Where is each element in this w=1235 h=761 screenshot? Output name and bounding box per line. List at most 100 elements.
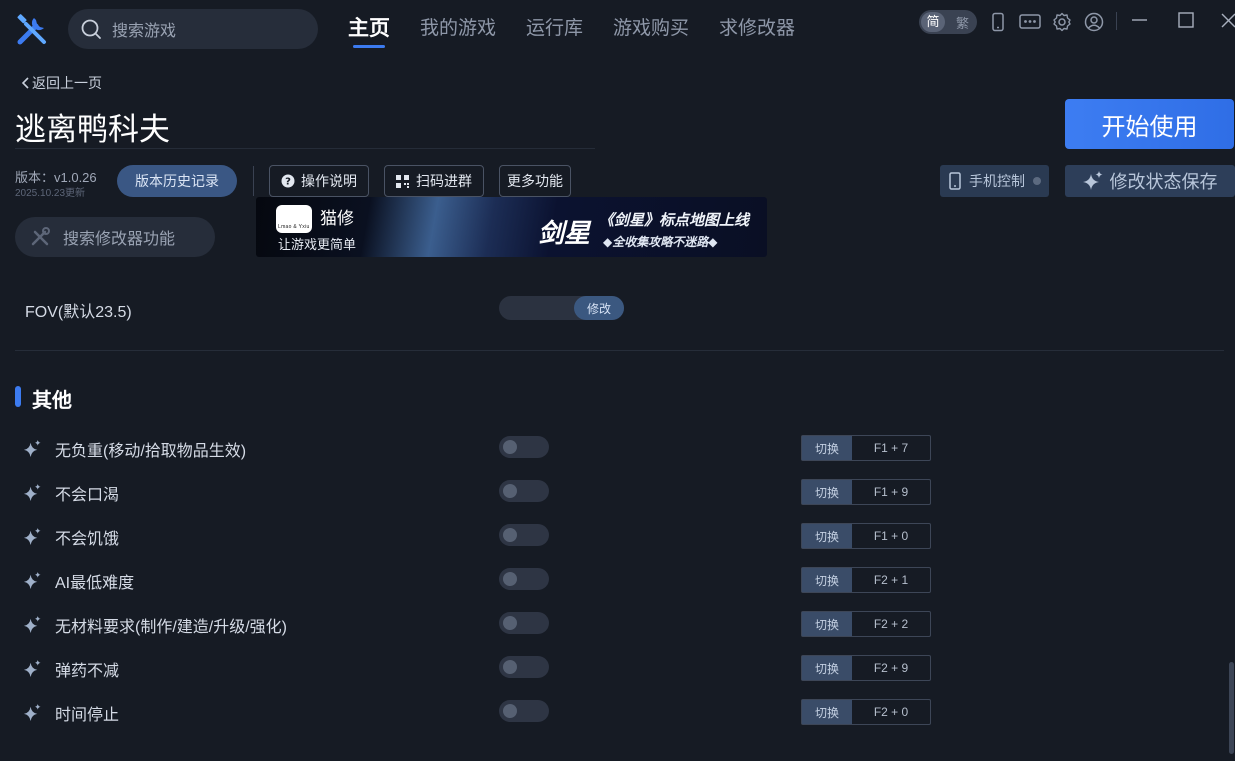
- nav-game-purchase[interactable]: 游戏购买: [613, 14, 689, 48]
- tools-icon: [31, 227, 50, 246]
- cheat-toggle[interactable]: [499, 480, 549, 502]
- minimize-icon[interactable]: [1130, 12, 1150, 32]
- language-toggle[interactable]: 简 繁: [919, 10, 977, 34]
- status-dot: [1033, 177, 1041, 185]
- page-title: 逃离鸭科夫: [15, 112, 170, 147]
- fov-input[interactable]: 修改: [499, 296, 624, 320]
- start-button[interactable]: 开始使用: [1065, 99, 1234, 149]
- message-icon[interactable]: [1019, 12, 1041, 32]
- hotkey-combo[interactable]: F2 + 1: [852, 568, 930, 592]
- qr-button-label: 扫码进群: [416, 173, 472, 189]
- help-button-label: 操作说明: [301, 173, 357, 189]
- cheat-label: 无负重(移动/拾取物品生效): [55, 443, 247, 460]
- lang-simplified[interactable]: 简: [921, 12, 945, 32]
- title-underline: [15, 148, 595, 149]
- hotkey-switch-label[interactable]: 切换: [802, 700, 852, 724]
- save-state-button[interactable]: 修改状态保存: [1065, 165, 1235, 197]
- toggle-knob: [503, 572, 517, 586]
- nav-home[interactable]: 主页: [348, 14, 390, 48]
- cheat-label: 时间停止: [55, 707, 120, 724]
- brand-name: 猫修: [320, 209, 354, 228]
- trainer-function-search[interactable]: 搜索修改器功能: [15, 217, 215, 257]
- hotkey-combo[interactable]: F2 + 9: [852, 656, 930, 680]
- toggle-knob: [503, 660, 517, 674]
- help-button[interactable]: ? 操作说明: [269, 165, 369, 197]
- chevron-left-icon: [21, 77, 29, 89]
- cheat-row: 无负重(移动/拾取物品生效) 切换 F1 + 7: [0, 435, 1235, 461]
- lang-traditional[interactable]: 繁: [956, 13, 969, 32]
- hotkey-combo[interactable]: F1 + 7: [852, 436, 930, 460]
- cheat-toggle[interactable]: [499, 436, 549, 458]
- back-label: 返回上一页: [32, 75, 102, 91]
- nav-request-trainer[interactable]: 求修改器: [719, 14, 795, 48]
- hotkey-control[interactable]: 切换 F1 + 9: [801, 479, 931, 505]
- cheat-toggle[interactable]: [499, 568, 549, 590]
- cheat-toggle[interactable]: [499, 524, 549, 546]
- window-controls-divider: [1116, 12, 1117, 30]
- game-search-input[interactable]: 搜索游戏: [68, 9, 318, 49]
- hotkey-control[interactable]: 切换 F1 + 0: [801, 523, 931, 549]
- cheat-row: AI最低难度 切换 F2 + 1: [0, 567, 1235, 593]
- search-placeholder: 搜索游戏: [112, 23, 177, 40]
- close-icon[interactable]: [1220, 12, 1235, 32]
- fov-modify-button[interactable]: 修改: [574, 296, 624, 320]
- brand-logo: Lmao & Yxiu: [276, 205, 312, 233]
- cheat-toggle[interactable]: [499, 612, 549, 634]
- cheat-label: AI最低难度: [55, 575, 135, 592]
- cheat-row: 无材料要求(制作/建造/升级/强化) 切换 F2 + 2: [0, 611, 1235, 637]
- save-state-label: 修改状态保存: [1109, 172, 1218, 192]
- phone-icon[interactable]: [988, 12, 1008, 32]
- hotkey-switch-label[interactable]: 切换: [802, 480, 852, 504]
- qr-group-button[interactable]: 扫码进群: [384, 165, 484, 197]
- phone-icon: [949, 172, 961, 190]
- toggle-knob: [503, 440, 517, 454]
- hotkey-combo[interactable]: F2 + 2: [852, 612, 930, 636]
- cheat-label: 不会饥饿: [55, 531, 120, 548]
- hotkey-combo[interactable]: F1 + 9: [852, 480, 930, 504]
- nav-my-games[interactable]: 我的游戏: [420, 14, 496, 48]
- version-date: 2025.10.23更新: [15, 188, 86, 199]
- cheat-toggle[interactable]: [499, 656, 549, 678]
- more-features-button[interactable]: 更多功能: [499, 165, 571, 197]
- cheat-row: 不会饥饿 切换 F1 + 0: [0, 523, 1235, 549]
- cheat-label: 弹药不减: [55, 663, 120, 680]
- cheat-row: 不会口渴 切换 F1 + 9: [0, 479, 1235, 505]
- ad-banner[interactable]: Lmao & Yxiu 猫修 让游戏更简单 剑星 《剑星》标点地图上线 ◆全收集…: [256, 197, 767, 257]
- toggle-knob: [503, 528, 517, 542]
- game-logo-text: 剑星: [538, 218, 591, 248]
- phone-control-button[interactable]: 手机控制: [940, 165, 1049, 197]
- back-link[interactable]: 返回上一页: [20, 73, 102, 93]
- sparkle-icon: [23, 659, 42, 678]
- nav-runtime-library[interactable]: 运行库: [526, 14, 583, 48]
- cheat-toggle[interactable]: [499, 700, 549, 722]
- sparkle-icon: [23, 615, 42, 634]
- section-divider: [15, 350, 1224, 351]
- trainer-search-placeholder: 搜索修改器功能: [63, 231, 176, 248]
- phone-control-label: 手机控制: [969, 173, 1025, 189]
- hotkey-combo[interactable]: F2 + 0: [852, 700, 930, 724]
- version-history-button[interactable]: 版本历史记录: [117, 165, 237, 197]
- user-icon[interactable]: [1084, 12, 1104, 32]
- toggle-knob: [503, 704, 517, 718]
- hotkey-switch-label[interactable]: 切换: [802, 568, 852, 592]
- scrollbar-thumb[interactable]: [1229, 662, 1234, 754]
- hotkey-switch-label[interactable]: 切换: [802, 656, 852, 680]
- hotkey-control[interactable]: 切换 F2 + 2: [801, 611, 931, 637]
- hotkey-combo[interactable]: F1 + 0: [852, 524, 930, 548]
- search-icon: [81, 19, 101, 39]
- fov-label: FOV(默认23.5): [25, 304, 132, 321]
- sparkle-icon: [23, 703, 42, 722]
- sparkle-icon: [23, 439, 42, 458]
- hotkey-switch-label[interactable]: 切换: [802, 612, 852, 636]
- brand-subtitle: Lmao & Yxiu: [278, 224, 310, 230]
- hotkey-switch-label[interactable]: 切换: [802, 524, 852, 548]
- hotkey-control[interactable]: 切换 F2 + 0: [801, 699, 931, 725]
- maximize-icon[interactable]: [1176, 12, 1196, 32]
- gear-icon[interactable]: [1052, 12, 1072, 32]
- hotkey-control[interactable]: 切换 F2 + 9: [801, 655, 931, 681]
- hotkey-control[interactable]: 切换 F2 + 1: [801, 567, 931, 593]
- toolbar-divider: [253, 166, 254, 196]
- hotkey-switch-label[interactable]: 切换: [802, 436, 852, 460]
- banner-subline: ◆全收集攻略不迷路◆: [603, 235, 718, 249]
- hotkey-control[interactable]: 切换 F1 + 7: [801, 435, 931, 461]
